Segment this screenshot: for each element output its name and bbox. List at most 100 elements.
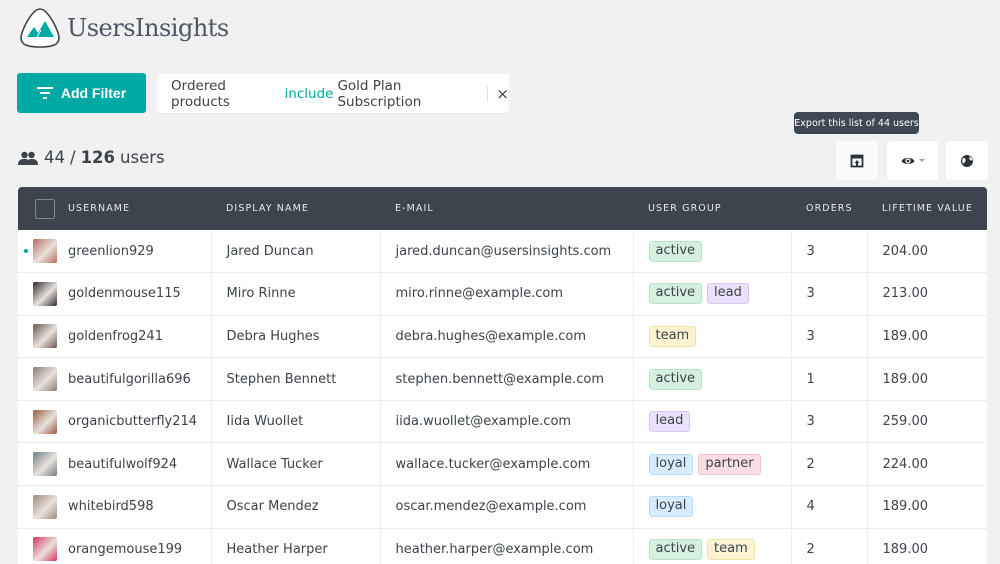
eye-icon: [901, 157, 914, 164]
username[interactable]: greenlion929: [68, 244, 154, 259]
email-cell: wallace.tucker@example.com: [380, 442, 634, 487]
email-cell: stephen.bennett@example.com: [380, 357, 634, 401]
email-cell: jared.duncan@usersinsights.com: [380, 230, 634, 274]
username[interactable]: organicbutterfly214: [68, 414, 197, 429]
column-header-orders[interactable]: Orders: [791, 187, 867, 230]
table-row[interactable]: whitebird598 Oscar Mendez oscar.mendez@e…: [18, 485, 987, 529]
user-group-cell: active lead: [633, 272, 792, 316]
user-group-badge[interactable]: team: [648, 325, 697, 347]
username[interactable]: goldenfrog241: [68, 329, 163, 344]
username-cell[interactable]: goldenmouse115: [18, 272, 212, 316]
user-group-badge[interactable]: lead: [707, 283, 749, 305]
username-cell[interactable]: orangemouse199: [18, 528, 212, 564]
app-logo[interactable]: UsersInsights: [18, 6, 229, 50]
email-cell: debra.hughes@example.com: [380, 315, 634, 359]
username[interactable]: goldenmouse115: [68, 286, 181, 301]
export-tooltip: Export this list of 44 users: [794, 112, 919, 134]
lifetime-value-cell: 224.00: [867, 442, 987, 487]
map-view-button[interactable]: [946, 141, 988, 180]
count-separator: /: [70, 148, 76, 167]
chevron-down-icon: [918, 159, 925, 162]
email-cell: heather.harper@example.com: [380, 528, 634, 564]
filter-field: Ordered products: [171, 77, 230, 110]
user-group-badge[interactable]: active: [648, 283, 703, 305]
username[interactable]: beautifulgorilla696: [68, 372, 191, 387]
user-group-cell: loyal: [633, 485, 792, 529]
table-row[interactable]: organicbutterfly214 Iida Wuollet iida.wu…: [18, 400, 987, 444]
orders-cell: 3: [791, 400, 868, 444]
active-filter-chip[interactable]: Ordered products include Gold Plan Subsc…: [157, 74, 509, 113]
table-row[interactable]: goldenfrog241 Debra Hughes debra.hughes@…: [18, 315, 987, 359]
export-button[interactable]: [836, 141, 878, 180]
select-all-checkbox[interactable]: [35, 198, 55, 219]
users-table: Username Display Name E-mail User Group …: [18, 187, 987, 564]
username-cell[interactable]: greenlion929: [18, 230, 212, 274]
lifetime-value-cell: 213.00: [867, 272, 987, 316]
column-header-lifetime-value[interactable]: Lifetime Value: [867, 187, 987, 230]
avatar: [33, 452, 57, 477]
email-cell: oscar.mendez@example.com: [380, 485, 634, 529]
orders-cell: 3: [791, 230, 868, 274]
username-cell[interactable]: organicbutterfly214: [18, 400, 212, 444]
column-visibility-button[interactable]: [887, 141, 938, 180]
avatar: [33, 409, 57, 434]
column-header-username[interactable]: Username: [18, 187, 211, 230]
add-filter-button[interactable]: Add Filter: [17, 73, 146, 113]
orders-cell: 2: [791, 442, 868, 487]
table-row[interactable]: goldenmouse115 Miro Rinne miro.rinne@exa…: [18, 272, 987, 316]
username-cell[interactable]: goldenfrog241: [18, 315, 212, 359]
mountain-logo-icon: [20, 8, 60, 48]
user-group-cell: active: [633, 357, 792, 401]
filter-value: Gold Plan Subscription: [337, 77, 422, 110]
orders-cell: 1: [791, 357, 868, 401]
add-filter-label: Add Filter: [60, 85, 127, 101]
user-group-cell: loyal partner: [633, 442, 792, 487]
username[interactable]: orangemouse199: [68, 542, 182, 557]
total-count: 126: [80, 148, 116, 167]
user-group-badge[interactable]: active: [648, 538, 703, 560]
avatar: [33, 494, 57, 519]
username-cell[interactable]: whitebird598: [18, 485, 212, 529]
display-name-cell: Iida Wuollet: [211, 400, 381, 444]
orders-cell: 4: [791, 485, 868, 529]
display-name-cell: Oscar Mendez: [211, 485, 381, 529]
table-row[interactable]: beautifulgorilla696 Stephen Bennett step…: [18, 357, 987, 401]
user-group-cell: active team: [633, 528, 792, 564]
username[interactable]: whitebird598: [68, 499, 154, 514]
orders-cell: 3: [791, 272, 868, 316]
display-name-cell: Debra Hughes: [211, 315, 381, 359]
user-group-cell: lead: [633, 400, 792, 444]
display-name-cell: Stephen Bennett: [211, 357, 381, 401]
username[interactable]: beautifulwolf924: [68, 457, 177, 472]
filter-divider: [487, 85, 489, 102]
avatar: [33, 239, 57, 264]
username-cell[interactable]: beautifulwolf924: [18, 442, 212, 487]
avatar: [33, 537, 57, 562]
user-group-badge[interactable]: loyal: [648, 496, 694, 518]
table-row[interactable]: beautifulwolf924 Wallace Tucker wallace.…: [18, 442, 987, 487]
username-cell[interactable]: beautifulgorilla696: [18, 357, 212, 401]
display-name-cell: Jared Duncan: [211, 230, 381, 274]
column-header-email[interactable]: E-mail: [380, 187, 633, 230]
lifetime-value-cell: 189.00: [867, 485, 987, 529]
orders-cell: 2: [791, 528, 868, 564]
display-name-cell: Heather Harper: [211, 528, 381, 564]
user-group-badge[interactable]: loyal: [648, 453, 694, 475]
table-header-row: Username Display Name E-mail User Group …: [18, 187, 987, 230]
column-header-user-group[interactable]: User Group: [633, 187, 791, 230]
table-row[interactable]: orangemouse199 Heather Harper heather.ha…: [18, 528, 987, 564]
table-row[interactable]: greenlion929 Jared Duncan jared.duncan@u…: [18, 230, 987, 274]
user-group-cell: team: [633, 315, 792, 359]
user-group-badge[interactable]: active: [648, 368, 703, 390]
display-name-cell: Miro Rinne: [211, 272, 381, 316]
email-cell: iida.wuollet@example.com: [380, 400, 634, 444]
user-group-badge[interactable]: partner: [698, 453, 761, 475]
column-header-display-name[interactable]: Display Name: [211, 187, 380, 230]
user-group-cell: active: [633, 230, 792, 274]
user-group-badge[interactable]: lead: [648, 411, 691, 433]
user-group-badge[interactable]: active: [648, 240, 703, 262]
filtered-count: 44: [44, 148, 65, 167]
user-group-badge[interactable]: team: [707, 538, 755, 560]
remove-filter-close-icon[interactable]: ×: [496, 85, 509, 103]
orders-cell: 3: [791, 315, 868, 359]
